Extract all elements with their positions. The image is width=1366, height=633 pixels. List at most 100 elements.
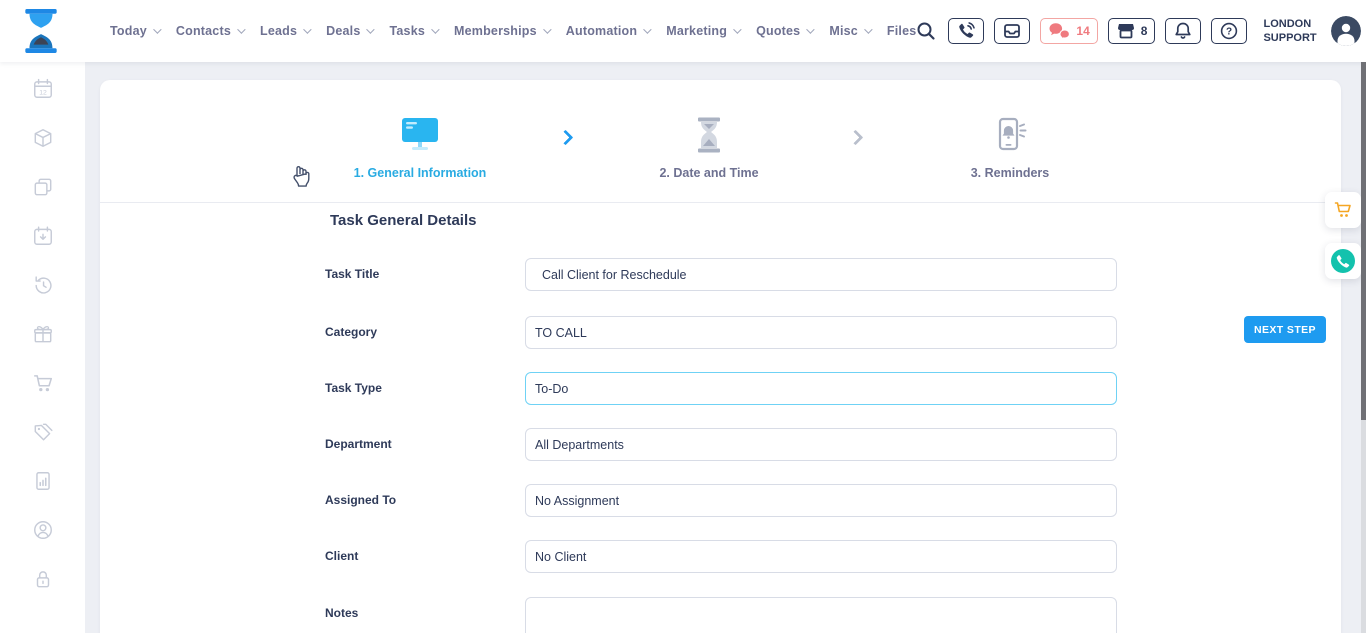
phone-waves-icon — [956, 21, 976, 41]
chevron-right-icon — [848, 130, 864, 146]
form-row-assigned-to: Assigned To — [325, 484, 515, 517]
cart-icon[interactable] — [32, 372, 54, 394]
nav-label: Deals — [326, 24, 360, 38]
chat-bubbles-icon — [1048, 22, 1071, 40]
hourglass-icon — [694, 117, 724, 153]
chevron-down-icon — [367, 25, 375, 33]
main-menu: Today Contacts Leads Deals Tasks Members… — [110, 24, 916, 38]
user-name: LONDON SUPPORT — [1263, 17, 1316, 46]
phone-circle-icon — [1330, 248, 1356, 274]
phone-reminder-icon — [992, 117, 1028, 153]
cart-icon — [1333, 200, 1353, 220]
calendar-icon[interactable]: 12 — [32, 78, 54, 100]
chevron-down-icon — [806, 25, 814, 33]
nav-item-marketing[interactable]: Marketing — [666, 24, 739, 38]
notifications-button[interactable] — [1165, 18, 1201, 44]
step-label: 3. Reminders — [895, 166, 1125, 180]
calendar-event-icon[interactable] — [32, 225, 54, 247]
search-button[interactable] — [916, 21, 936, 41]
gift-icon[interactable] — [32, 323, 54, 345]
field-label: Task Title — [325, 258, 515, 291]
task-title-input[interactable] — [525, 258, 1117, 291]
nav-item-memberships[interactable]: Memberships — [454, 24, 549, 38]
task-type-input[interactable] — [525, 372, 1117, 405]
assigned-to-input[interactable] — [525, 484, 1117, 517]
nav-label: Tasks — [389, 24, 425, 38]
form-row-department: Department — [325, 428, 515, 461]
scrollbar-thumb[interactable] — [1361, 62, 1366, 420]
package-icon[interactable] — [32, 127, 54, 149]
nav-item-quotes[interactable]: Quotes — [756, 24, 812, 38]
field-label: Category — [325, 316, 515, 349]
wizard-steps-header: 1. General Information 2. Date and Time — [100, 80, 1341, 203]
inbox-button[interactable] — [994, 18, 1030, 44]
lock-icon[interactable] — [32, 568, 54, 590]
chat-messages-button[interactable]: 14 — [1040, 18, 1097, 44]
tags-icon[interactable] — [32, 421, 54, 443]
department-input[interactable] — [525, 428, 1117, 461]
task-wizard-card: 1. General Information 2. Date and Time — [100, 80, 1341, 633]
top-navigation-bar: Today Contacts Leads Deals Tasks Members… — [0, 0, 1366, 62]
nav-item-deals[interactable]: Deals — [326, 24, 372, 38]
field-label: Client — [325, 540, 515, 573]
nav-label: Today — [110, 24, 147, 38]
cart-float-button[interactable] — [1325, 192, 1361, 228]
svg-text:12: 12 — [39, 90, 47, 97]
user-avatar[interactable] — [1331, 16, 1361, 46]
search-icon — [916, 21, 936, 41]
category-input[interactable] — [525, 316, 1117, 349]
inbox-tray-icon — [1002, 21, 1022, 41]
user-circle-icon[interactable] — [32, 519, 54, 541]
notes-textarea[interactable] — [525, 597, 1117, 633]
chevron-down-icon — [733, 25, 741, 33]
nav-item-leads[interactable]: Leads — [260, 24, 309, 38]
field-label: Department — [325, 428, 515, 461]
nav-item-tasks[interactable]: Tasks — [389, 24, 437, 38]
phone-calls-button[interactable] — [948, 18, 984, 44]
app-logo-hourglass-icon[interactable] — [20, 8, 62, 54]
nav-item-automation[interactable]: Automation — [566, 24, 649, 38]
nav-label: Memberships — [454, 24, 537, 38]
chevron-down-icon — [153, 25, 161, 33]
form-section-title: Task General Details — [330, 212, 476, 229]
vertical-scrollbar[interactable] — [1361, 62, 1366, 633]
nav-label: Marketing — [666, 24, 727, 38]
field-label: Notes — [325, 597, 515, 630]
help-button[interactable]: ? — [1211, 18, 1247, 44]
store-icon — [1116, 21, 1136, 41]
help-icon: ? — [1219, 21, 1239, 41]
next-step-button[interactable]: NEXT STEP — [1244, 316, 1326, 343]
chevron-down-icon — [864, 25, 872, 33]
nav-label: Quotes — [756, 24, 800, 38]
left-icon-sidebar: 12 — [0, 62, 85, 633]
wizard-step-date-and-time[interactable]: 2. Date and Time — [594, 116, 824, 180]
chevron-down-icon — [643, 25, 651, 33]
monitor-icon — [400, 117, 440, 153]
report-icon[interactable] — [32, 470, 54, 492]
nav-item-contacts[interactable]: Contacts — [176, 24, 243, 38]
wizard-step-general-information[interactable]: 1. General Information — [305, 116, 535, 180]
topbar-actions: 14 8 ? LONDON SUPPORT — [916, 16, 1360, 46]
nav-item-files[interactable]: Files — [887, 24, 917, 38]
phone-float-button[interactable] — [1325, 243, 1361, 279]
chevron-down-icon — [543, 25, 551, 33]
store-button[interactable]: 8 — [1108, 18, 1156, 44]
field-label: Task Type — [325, 372, 515, 405]
wizard-step-reminders[interactable]: 3. Reminders — [895, 116, 1125, 180]
field-label: Assigned To — [325, 484, 515, 517]
nav-item-misc[interactable]: Misc — [829, 24, 870, 38]
chevron-down-icon — [303, 25, 311, 33]
nav-item-today[interactable]: Today — [110, 24, 159, 38]
form-row-task-type: Task Type — [325, 372, 515, 405]
nav-label: Misc — [829, 24, 858, 38]
nav-label: Contacts — [176, 24, 231, 38]
client-input[interactable] — [525, 540, 1117, 573]
chevron-down-icon — [237, 25, 245, 33]
form-row-task-title: Task Title — [325, 258, 515, 291]
svg-text:?: ? — [1226, 27, 1232, 38]
history-icon[interactable] — [32, 274, 54, 296]
bell-icon — [1173, 21, 1193, 41]
nav-label: Automation — [566, 24, 637, 38]
copy-icon[interactable] — [32, 176, 54, 198]
form-row-client: Client — [325, 540, 515, 573]
